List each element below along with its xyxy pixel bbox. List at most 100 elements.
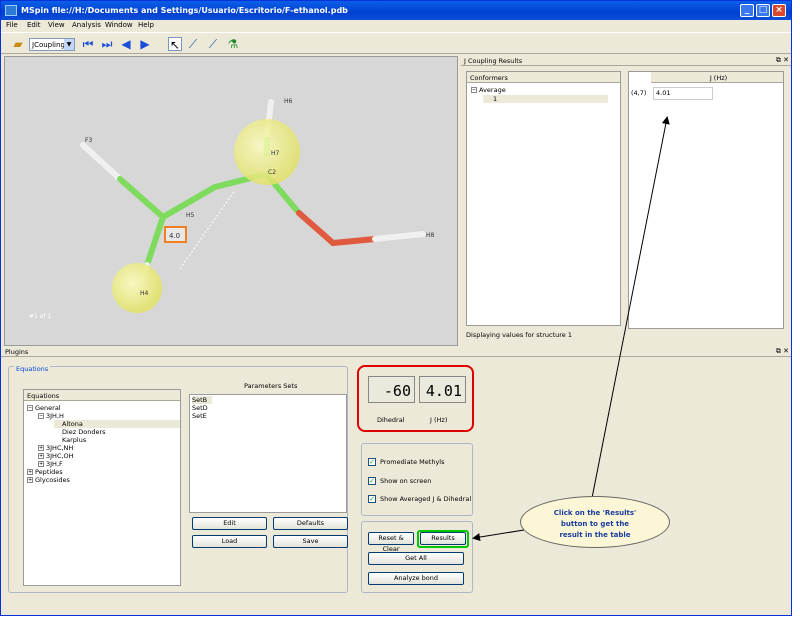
tree-3jhcoh-label: 3JHC,OH [46,452,74,460]
molecule-viewer[interactable]: F3 H6 H7 C2 H5 H8 H4 4.0 #1 of 1 [4,56,458,346]
param-sete[interactable]: SetE [192,412,207,420]
load-button[interactable]: Load [192,535,267,548]
play-icon[interactable]: ▶ [138,37,152,51]
tree-diez-donders[interactable]: Diez Donders [62,428,106,436]
first-icon[interactable]: ⏮ [81,37,95,51]
jvalue-header: J (Hz) [651,72,783,83]
atom-label-h7: H7 [271,150,280,157]
title-bar: MSpin file://H:/Documents and Settings/U… [1,1,791,20]
bond-icon[interactable]: ⟋ [206,37,220,51]
get-all-button[interactable]: Get All [368,552,464,565]
promediate-checkbox[interactable]: ✓ [368,458,376,466]
analyze-bond-button[interactable]: Analyze bond [368,572,464,585]
collapse-icon[interactable]: − [471,87,477,93]
tree-3jhf-label: 3JH,F [46,460,63,468]
results-highlight: Results [417,530,469,548]
results-button[interactable]: Results [420,532,466,545]
jvalue-row-value[interactable]: 4.01 [653,87,713,100]
toolbar: ▰ JCoupling ▼ ⏮ ⏭ ◀ ▶ ↖ ⟋ ⟋ ⚗ [1,32,791,54]
param-setb[interactable]: SetB [192,396,212,404]
previous-icon[interactable]: ◀ [119,37,133,51]
parameters-label: Parameters Sets [244,382,298,390]
collapse-icon[interactable]: − [38,413,44,419]
molecule-canvas: F3 H6 H7 C2 H5 H8 H4 4.0 [80,98,435,313]
parameters-list[interactable]: SetB SetD SetE [189,394,347,513]
minimize-icon[interactable]: _ [740,4,754,17]
bond-c-o [296,210,336,246]
save-button[interactable]: Save [273,535,348,548]
reset-clear-button[interactable]: Reset & Clear [368,532,414,553]
tree-3jhh[interactable]: −3JH,H [38,412,64,420]
tree-average[interactable]: − Average [471,86,506,94]
collapse-icon[interactable]: − [27,405,33,411]
bond-c1-h4 [144,214,166,268]
open-folder-icon[interactable]: ▰ [11,37,25,51]
instruction-callout: Click on the 'Results' button to get the… [520,496,670,548]
equations-tree[interactable]: Equations − General −3JH,H Altona Diez Do… [23,389,181,586]
menu-file[interactable]: File [6,21,18,29]
jcoupling-panel-title: J Coupling Results ⧉ ✕ [461,56,791,66]
tree-glycosides[interactable]: + Glycosides [27,476,70,484]
callout-line-3: result in the table [559,531,631,539]
bond-c1-left [117,176,166,220]
tree-peptides[interactable]: + Peptides [27,468,63,476]
atom-label-h6: H6 [284,98,293,105]
menu-window[interactable]: Window [105,21,133,29]
next-icon[interactable]: ⏭ [100,37,114,51]
menu-analysis[interactable]: Analysis [72,21,101,29]
close-icon[interactable]: × [772,4,786,17]
callout-line-2: button to get the [560,520,630,528]
structure-status: Displaying values for structure 1 [466,331,572,339]
expand-icon[interactable]: + [27,477,33,483]
tree-structure-1[interactable]: 1 [483,95,608,103]
plugins-panel-title: Plugins ⧉ ✕ [1,347,791,357]
chevron-down-icon: ▼ [64,39,74,50]
tree-3jhcnh-label: 3JHC,NH [46,444,74,452]
equations-header: Equations [24,390,180,401]
show-screen-label: Show on screen [380,477,432,485]
pointer-icon[interactable]: ↖ [168,37,182,52]
panel-close-icon[interactable]: ⧉ ✕ [776,56,789,65]
panel-close-icon[interactable]: ⧉ ✕ [776,347,789,356]
tree-altona[interactable]: Altona [54,420,180,428]
tree-3jhcoh[interactable]: +3JHC,OH [38,452,74,460]
defaults-button[interactable]: Defaults [273,517,348,530]
tree-3jhcnh[interactable]: +3JHC,NH [38,444,73,452]
edit-button[interactable]: Edit [192,517,267,530]
jcoupling-panel: J Coupling Results ⧉ ✕ Conformers − Avera… [461,56,791,346]
jvalue-display: 4.01 [419,376,466,403]
menu-view[interactable]: View [48,21,65,29]
conformers-tree[interactable]: Conformers − Average 1 [466,71,621,326]
expand-icon[interactable]: + [38,445,44,451]
menu-help[interactable]: Help [138,21,154,29]
window-title: MSpin file://H:/Documents and Settings/U… [21,6,348,15]
measure-icon[interactable]: ⟋ [186,37,200,51]
expand-icon[interactable]: + [27,469,33,475]
show-averaged-checkbox[interactable]: ✓ [368,495,376,503]
dihedral-display: -60 [368,376,415,403]
jvalue-row-pair: (4,7) [631,89,647,97]
tree-3jhh-label: 3JH,H [46,412,64,420]
equations-tab[interactable]: Equations [14,365,51,373]
param-setd[interactable]: SetD [192,404,208,412]
bond-h8 [372,231,426,242]
jhz-label: J (Hz) [430,416,448,424]
mode-select[interactable]: JCoupling ▼ [29,38,75,51]
tree-3jhf[interactable]: +3JH,F [38,460,63,468]
options-group: ✓ Promediate Methyls ✓ Show on screen ✓ … [361,443,473,516]
expand-icon[interactable]: + [38,461,44,467]
tree-karplus[interactable]: Karplus [62,436,86,444]
expand-icon[interactable]: + [38,453,44,459]
jvalue-table[interactable]: J (Hz) (4,7) 4.01 [628,71,784,329]
app-window: MSpin file://H:/Documents and Settings/U… [0,0,792,616]
app-icon [5,5,17,16]
maximize-icon[interactable]: □ [756,4,770,17]
structure-icon[interactable]: ⚗ [226,37,240,51]
mode-select-value: JCoupling [32,41,65,49]
plugins-title-text: Plugins [5,348,29,356]
show-screen-checkbox[interactable]: ✓ [368,477,376,485]
menu-bar: File Edit View Analysis Window Help [1,20,791,31]
menu-edit[interactable]: Edit [27,21,41,29]
tree-general[interactable]: − General [27,404,61,412]
promediate-label: Promediate Methyls [380,458,445,466]
